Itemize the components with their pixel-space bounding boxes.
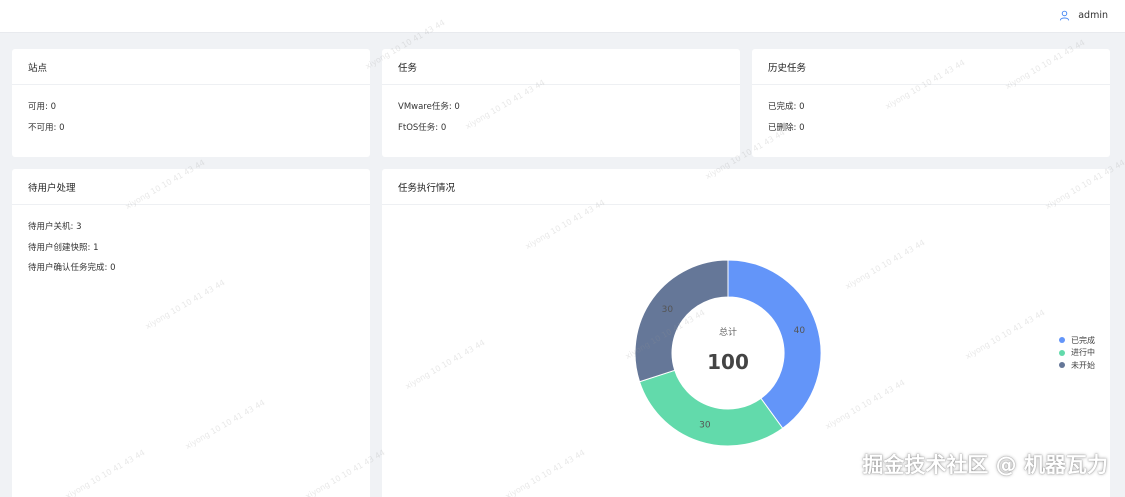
donut-slice-1[interactable] bbox=[727, 259, 822, 429]
chart-center-label: 总计 bbox=[719, 326, 737, 338]
tasks-card: 任务 VMware任务: 0 FtOS任务: 0 bbox=[382, 49, 740, 157]
legend-dot bbox=[1059, 362, 1065, 369]
legend-label: 进行中 bbox=[1071, 348, 1095, 358]
sites-unavailable: 不可用: 0 bbox=[28, 122, 65, 133]
donut-value-label: 30 bbox=[699, 420, 711, 430]
pending-confirm: 待用户确认任务完成: 0 bbox=[28, 263, 116, 273]
donut-value-label: 40 bbox=[794, 326, 806, 336]
chart-legend: 已完成 进行中 未开始 bbox=[1059, 334, 1095, 372]
username: admin bbox=[1078, 10, 1108, 21]
top-bar: admin bbox=[0, 0, 1125, 33]
donut-value-label: 30 bbox=[662, 305, 674, 315]
user-icon bbox=[1060, 10, 1070, 21]
tasks-ftos: FtOS任务: 0 bbox=[398, 122, 447, 133]
history-completed: 已完成: 0 bbox=[768, 102, 805, 112]
legend-dot bbox=[1059, 349, 1065, 356]
tasks-vmware: VMware任务: 0 bbox=[398, 102, 460, 112]
history-card-title: 历史任务 bbox=[752, 49, 1110, 85]
sites-card: 站点 可用: 0 不可用: 0 bbox=[12, 49, 370, 157]
legend-item[interactable]: 已完成 bbox=[1059, 334, 1095, 347]
history-card: 历史任务 已完成: 0 已删除: 0 bbox=[752, 49, 1110, 157]
legend-label: 已完成 bbox=[1071, 335, 1095, 345]
history-deleted: 已删除: 0 bbox=[768, 122, 805, 133]
legend-dot bbox=[1059, 337, 1065, 344]
legend-item[interactable]: 进行中 bbox=[1059, 347, 1095, 360]
sites-available: 可用: 0 bbox=[28, 102, 56, 112]
donut-slice-2[interactable] bbox=[638, 369, 784, 447]
pending-card-title: 待用户处理 bbox=[12, 169, 370, 205]
pending-card: 待用户处理 待用户关机: 3 待用户创建快照: 1 待用户确认任务完成: 0 bbox=[12, 169, 370, 497]
sites-card-title: 站点 bbox=[12, 49, 370, 85]
pending-snapshot: 待用户创建快照: 1 bbox=[28, 242, 99, 253]
chart-center-value: 100 bbox=[707, 350, 749, 374]
footer-watermark: 掘金技术社区 @ 机器瓦力 bbox=[862, 453, 1108, 477]
task-donut-chart: 总计 100 40 30 30 bbox=[634, 259, 822, 447]
pending-shutdown: 待用户关机: 3 bbox=[28, 222, 82, 232]
tasks-card-title: 任务 bbox=[382, 49, 740, 85]
execution-card-title: 任务执行情况 bbox=[382, 169, 1110, 205]
legend-item[interactable]: 未开始 bbox=[1059, 359, 1095, 372]
user-menu[interactable]: admin bbox=[1059, 10, 1108, 21]
legend-label: 未开始 bbox=[1071, 360, 1095, 370]
